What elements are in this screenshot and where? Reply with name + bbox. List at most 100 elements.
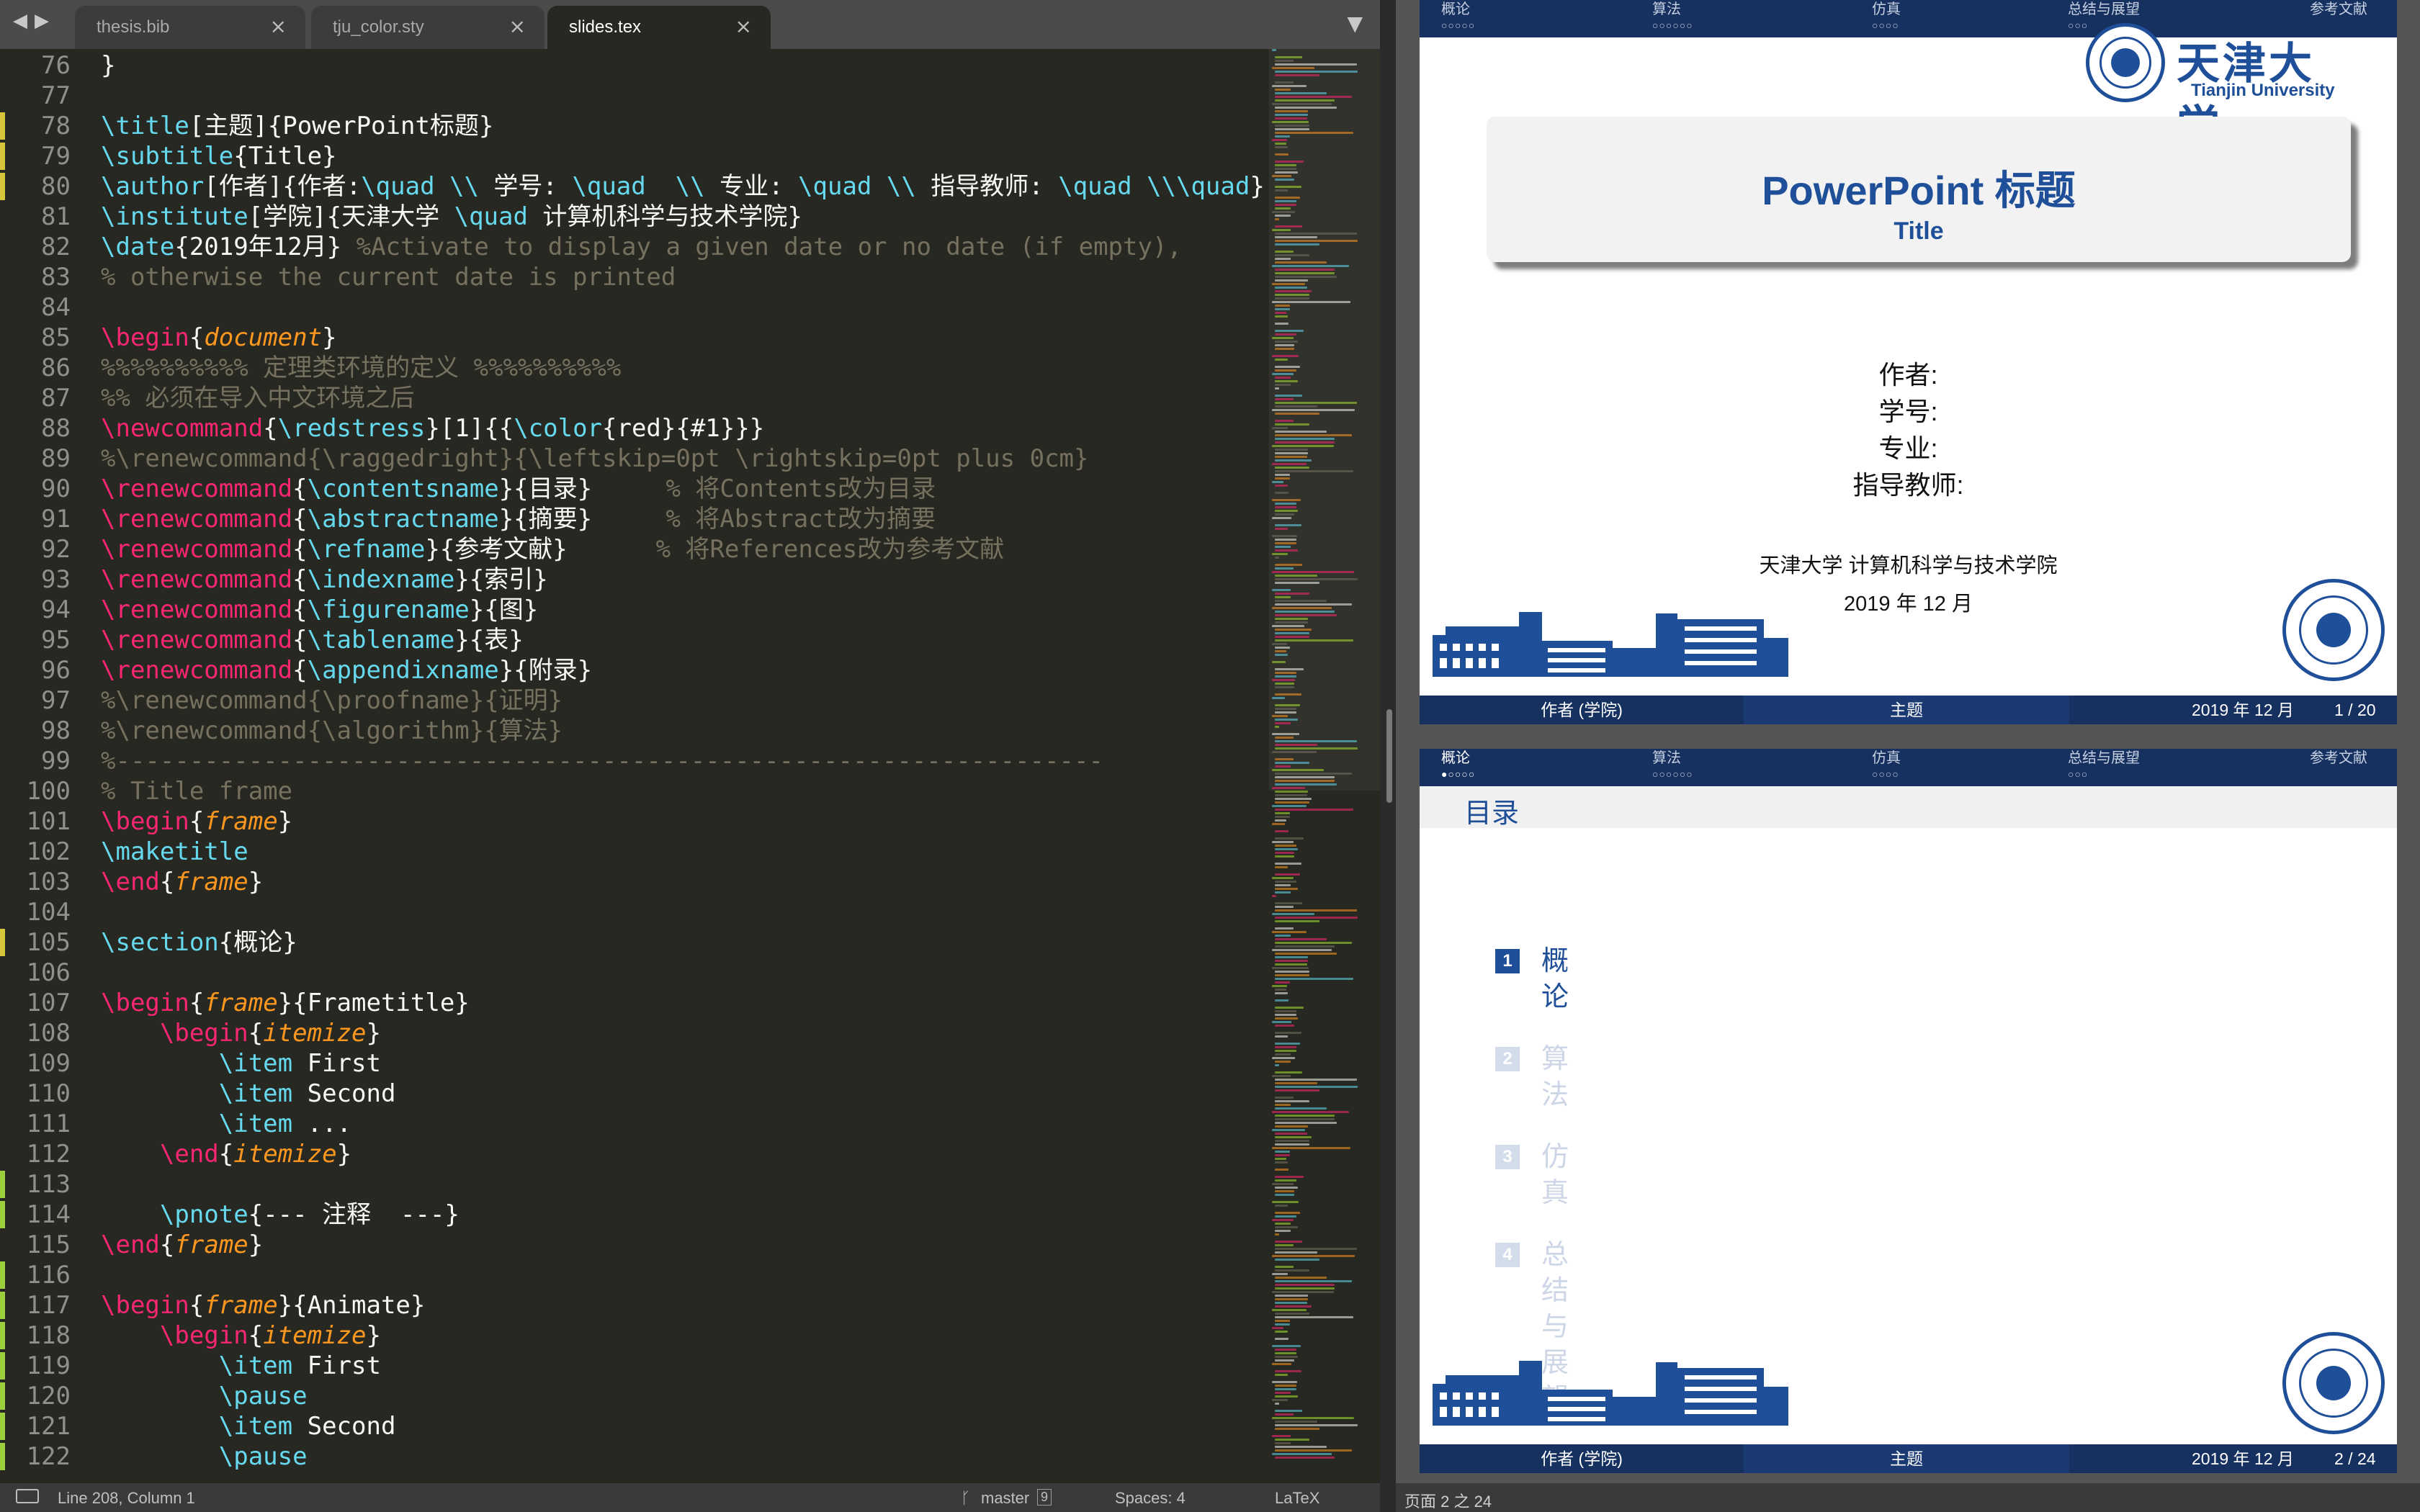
line-content[interactable]: \end{itemize}	[101, 1139, 351, 1169]
panel-toggle-icon[interactable]	[16, 1489, 39, 1503]
code-line[interactable]: 111 \item ...	[0, 1109, 1268, 1139]
tab-slides-tex[interactable]: slides.tex ×	[547, 6, 771, 49]
line-content[interactable]: \item First	[101, 1351, 381, 1381]
code-line[interactable]: 117 \begin{frame}{Animate}	[0, 1290, 1268, 1320]
line-content[interactable]: %---------------------------------------…	[101, 746, 1103, 776]
code-line[interactable]: 110 \item Second	[0, 1079, 1268, 1109]
code-area[interactable]: 76} 77 78 \title[主题]{PowerPoint标题} 79 \subtit…	[0, 50, 1268, 1483]
code-line[interactable]: 113	[0, 1169, 1268, 1200]
line-content[interactable]: %\renewcommand{\proofname}{证明}	[101, 685, 563, 716]
code-line[interactable]: 95 \renewcommand{\tablename}{表}	[0, 625, 1268, 655]
code-line[interactable]: 107 \begin{frame}{Frametitle}	[0, 988, 1268, 1018]
syntax-selector[interactable]: LaTeX	[1275, 1489, 1319, 1508]
code-line[interactable]: 96 \renewcommand{\appendixname}{附录}	[0, 655, 1268, 685]
close-icon[interactable]: ×	[270, 14, 287, 38]
code-line[interactable]: 90 \renewcommand{\contentsname}{目录} % 将Co…	[0, 474, 1268, 504]
nav-section-3[interactable]: 仿真 ○○○○	[1872, 749, 1901, 780]
pdf-viewer[interactable]: 概论 ○○○○○ 算法 ○○○○○○ 仿真 ○○○○ 总结与展望 ○○○ 参考文…	[1396, 0, 2420, 1512]
code-line[interactable]: 86 %%%%%%%%%% 定理类环境的定义 %%%%%%%%%%	[0, 353, 1268, 383]
code-line[interactable]: 116	[0, 1260, 1268, 1290]
code-line[interactable]: 80 \author[作者]{作者:\quad \\ 学号: \quad \\ 专…	[0, 171, 1268, 202]
code-line[interactable]: 112 \end{itemize}	[0, 1139, 1268, 1169]
code-line[interactable]: 78 \title[主题]{PowerPoint标题}	[0, 111, 1268, 141]
code-line[interactable]: 100 % Title frame	[0, 776, 1268, 806]
line-content[interactable]: \item First	[101, 1048, 381, 1079]
line-content[interactable]: \begin{itemize}	[101, 1018, 381, 1048]
line-content[interactable]: \pnote{--- 注释 ---}	[101, 1200, 460, 1230]
line-content[interactable]: \item ...	[101, 1109, 351, 1139]
indentation-setting[interactable]: Spaces: 4	[1115, 1489, 1186, 1508]
code-line[interactable]: 89 %\renewcommand{\raggedright}{\leftskip…	[0, 444, 1268, 474]
line-content[interactable]: %% 必须在导入中文环境之后	[101, 383, 414, 413]
code-line[interactable]: 81 \institute[学院]{天津大学 \quad 计算机科学与技术学院}	[0, 202, 1268, 232]
code-line[interactable]: 106	[0, 958, 1268, 988]
line-content[interactable]: \pause	[101, 1441, 308, 1472]
code-line[interactable]: 108 \begin{itemize}	[0, 1018, 1268, 1048]
code-line[interactable]: 85 \begin{document}	[0, 323, 1268, 353]
line-content[interactable]: \item Second	[101, 1411, 396, 1441]
close-icon[interactable]: ×	[509, 14, 526, 38]
nav-section-dots[interactable]: ○○○	[2068, 768, 2140, 780]
line-content[interactable]: \begin{frame}{Frametitle}	[101, 988, 470, 1018]
nav-section-dots[interactable]: ○○○○	[1872, 19, 1901, 32]
line-content[interactable]: }	[101, 50, 115, 81]
code-line[interactable]: 97 %\renewcommand{\proofname}{证明}	[0, 685, 1268, 716]
line-content[interactable]: \renewcommand{\abstractname}{摘要} % 将Abst…	[101, 504, 936, 534]
code-line[interactable]: 102 \maketitle	[0, 837, 1268, 867]
cursor-position[interactable]: Line 208, Column 1	[58, 1489, 195, 1508]
nav-section-dots[interactable]: ●○○○○	[1441, 768, 1475, 780]
nav-section-3[interactable]: 仿真 ○○○○	[1872, 0, 1901, 32]
code-line[interactable]: 77	[0, 81, 1268, 111]
code-line[interactable]: 84	[0, 292, 1268, 323]
nav-section-dots[interactable]: ○○○○	[1872, 768, 1901, 780]
nav-section-dots[interactable]: ○○○○○	[1441, 19, 1475, 32]
code-line[interactable]: 115 \end{frame}	[0, 1230, 1268, 1260]
minimap[interactable]	[1269, 49, 1380, 1483]
line-content[interactable]: \author[作者]{作者:\quad \\ 学号: \quad \\ 专业:…	[101, 171, 1265, 202]
line-content[interactable]: \renewcommand{\figurename}{图}	[101, 595, 538, 625]
code-line[interactable]: 99 %-------------------------------------…	[0, 746, 1268, 776]
split-resize-handle[interactable]	[1386, 709, 1392, 803]
line-content[interactable]: \pause	[101, 1381, 308, 1411]
line-content[interactable]: \item Second	[101, 1079, 396, 1109]
nav-section-dots[interactable]: ○○○○○○	[1652, 768, 1693, 780]
line-content[interactable]: %\renewcommand{\raggedright}{\leftskip=0…	[101, 444, 1088, 474]
line-content[interactable]: % Title frame	[101, 776, 292, 806]
close-icon[interactable]: ×	[735, 14, 752, 38]
code-line[interactable]: 88 \newcommand{\redstress}[1]{{\color{red…	[0, 413, 1268, 444]
code-line[interactable]: 118 \begin{itemize}	[0, 1320, 1268, 1351]
line-content[interactable]: \begin{frame}{Animate}	[101, 1290, 425, 1320]
line-content[interactable]: \renewcommand{\contentsname}{目录} % 将Cont…	[101, 474, 936, 504]
code-line[interactable]: 122 \pause	[0, 1441, 1268, 1472]
code-editor[interactable]: ◀▶ thesis.bib × tju_color.sty × slides.t…	[0, 0, 1380, 1512]
nav-section-2[interactable]: 算法 ○○○○○○	[1652, 749, 1693, 780]
code-line[interactable]: 105 \section{概论}	[0, 927, 1268, 958]
line-content[interactable]: \subtitle{Title}	[101, 141, 337, 171]
nav-section-dots[interactable]: ○○○○○○	[1652, 19, 1693, 32]
code-line[interactable]: 83 % otherwise the current date is printe…	[0, 262, 1268, 292]
line-content[interactable]: \title[主题]{PowerPoint标题}	[101, 111, 493, 141]
line-content[interactable]: \newcommand{\redstress}[1]{{\color{red}{…	[101, 413, 764, 444]
code-line[interactable]: 109 \item First	[0, 1048, 1268, 1079]
line-content[interactable]: \renewcommand{\refname}{参考文献} % 将Referen…	[101, 534, 1004, 564]
code-line[interactable]: 92 \renewcommand{\refname}{参考文献} % 将Refer…	[0, 534, 1268, 564]
line-content[interactable]: %\renewcommand{\algorithm}{算法}	[101, 716, 563, 746]
code-line[interactable]: 120 \pause	[0, 1381, 1268, 1411]
code-line[interactable]: 79 \subtitle{Title}	[0, 141, 1268, 171]
git-branch[interactable]: master	[981, 1489, 1029, 1508]
line-content[interactable]: \institute[学院]{天津大学 \quad 计算机科学与技术学院}	[101, 202, 802, 232]
line-content[interactable]: \maketitle	[101, 837, 248, 867]
line-content[interactable]: \renewcommand{\indexname}{索引}	[101, 564, 548, 595]
line-content[interactable]: \begin{document}	[101, 323, 337, 353]
code-line[interactable]: 94 \renewcommand{\figurename}{图}	[0, 595, 1268, 625]
nav-section-5[interactable]: 参考文献	[2310, 749, 2367, 768]
code-line[interactable]: 87 %% 必须在导入中文环境之后	[0, 383, 1268, 413]
line-content[interactable]: \end{frame}	[101, 1230, 263, 1260]
line-content[interactable]: \begin{itemize}	[101, 1320, 381, 1351]
nav-section-2[interactable]: 算法 ○○○○○○	[1652, 0, 1693, 32]
tab-list-dropdown-icon[interactable]: ▼	[1347, 12, 1363, 35]
nav-section-1[interactable]: 概论 ○○○○○	[1441, 0, 1475, 32]
line-content[interactable]: %%%%%%%%%% 定理类环境的定义 %%%%%%%%%%	[101, 353, 621, 383]
line-content[interactable]: \renewcommand{\appendixname}{附录}	[101, 655, 592, 685]
line-content[interactable]: \renewcommand{\tablename}{表}	[101, 625, 524, 655]
